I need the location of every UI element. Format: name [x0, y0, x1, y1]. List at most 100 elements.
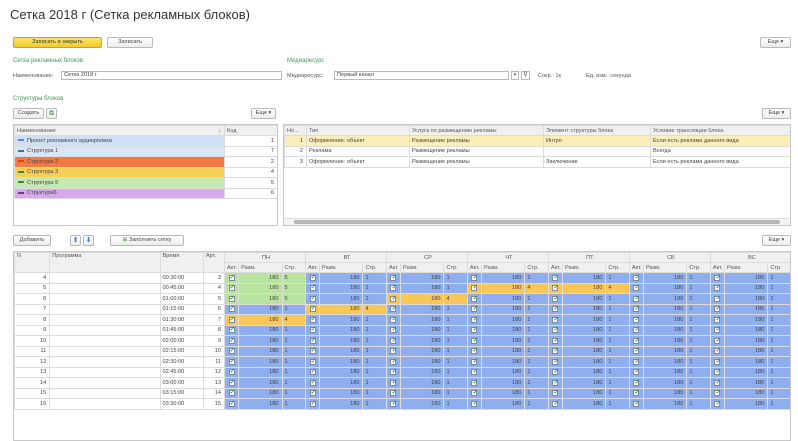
active-checkbox-cell[interactable] — [628, 335, 644, 347]
structure-cell[interactable]: 1 — [443, 356, 468, 368]
checkbox[interactable] — [471, 326, 478, 333]
time-cell[interactable]: 02:15:00 — [159, 345, 204, 357]
program-cell[interactable] — [49, 366, 161, 378]
active-checkbox-cell[interactable] — [628, 377, 644, 389]
resource-dropdown[interactable]: ▾ — [511, 71, 519, 80]
checkbox[interactable] — [552, 368, 559, 375]
checkbox[interactable] — [471, 336, 478, 344]
placement-cell[interactable]: 180 — [723, 324, 769, 336]
day-header[interactable]: ЧТ — [466, 252, 549, 263]
checkbox[interactable] — [390, 294, 397, 302]
active-checkbox-cell[interactable] — [304, 356, 321, 368]
structure-cell[interactable]: 1 — [362, 345, 387, 357]
checkbox[interactable] — [552, 305, 559, 312]
elements-col-header[interactable]: Условие трансляции блока — [650, 125, 790, 136]
placement-cell[interactable]: 180 — [723, 398, 769, 410]
structure-cell[interactable]: 1 — [767, 377, 790, 389]
schedule-row[interactable]: 1002:00:0091801180118011801180118011801 — [14, 335, 790, 347]
placement-cell[interactable]: 180 — [561, 387, 607, 399]
checkbox[interactable] — [714, 315, 721, 323]
active-checkbox-cell[interactable] — [466, 282, 482, 294]
placement-cell[interactable]: 180 — [238, 398, 283, 410]
checkbox[interactable] — [633, 357, 640, 365]
structure-cell[interactable]: 5 — [281, 293, 306, 305]
placement-cell[interactable]: 180 — [238, 303, 283, 315]
checkbox[interactable] — [309, 315, 316, 323]
program-cell[interactable] — [49, 303, 161, 315]
checkbox[interactable] — [633, 399, 640, 407]
checkbox[interactable] — [633, 347, 640, 354]
placement-cell[interactable]: 180 — [319, 324, 364, 336]
structure-cell[interactable]: 1 — [443, 377, 468, 389]
active-checkbox-cell[interactable] — [709, 272, 725, 284]
sub-header[interactable]: Стр. — [767, 262, 790, 273]
active-checkbox-cell[interactable] — [466, 398, 482, 410]
checkbox[interactable] — [714, 389, 721, 396]
active-checkbox-cell[interactable] — [709, 398, 725, 410]
checkbox[interactable] — [552, 315, 559, 323]
checkbox[interactable] — [552, 294, 559, 302]
time-cell[interactable]: 03:30:00 — [159, 398, 204, 410]
active-checkbox-cell[interactable] — [304, 272, 321, 284]
placement-cell[interactable]: 180 — [642, 314, 688, 326]
placement-cell[interactable]: 180 — [400, 282, 445, 294]
placement-cell[interactable]: 180 — [319, 356, 364, 368]
structure-cell[interactable]: 1 — [362, 377, 387, 389]
placement-cell[interactable]: 180 — [561, 366, 607, 378]
checkbox[interactable] — [228, 389, 235, 396]
placement-cell[interactable]: 180 — [400, 345, 445, 357]
active-checkbox-cell[interactable] — [547, 366, 563, 378]
active-checkbox-cell[interactable] — [224, 345, 240, 357]
placement-cell[interactable]: 180 — [642, 324, 688, 336]
structure-cell[interactable]: 1 — [686, 366, 711, 378]
active-checkbox-cell[interactable] — [224, 356, 240, 368]
structure-cell[interactable]: 1 — [605, 303, 630, 315]
col-name-header[interactable]: Наименование ↓ — [14, 125, 225, 136]
checkbox[interactable] — [390, 357, 397, 365]
active-checkbox-cell[interactable] — [385, 387, 402, 399]
resource-open-button[interactable]: ⚲ — [521, 71, 530, 80]
col-n-header[interactable]: N — [14, 252, 51, 273]
schedule-row[interactable]: 1202:30:00111801180118011801180118011801 — [14, 356, 790, 368]
structure-cell[interactable]: 1 — [524, 314, 549, 326]
placement-cell[interactable]: 180 — [400, 387, 445, 399]
schedule-row[interactable]: 1503:15:00141801180118011801180118011801 — [14, 387, 790, 399]
active-checkbox-cell[interactable] — [466, 335, 482, 347]
program-cell[interactable] — [49, 272, 161, 284]
active-checkbox-cell[interactable] — [385, 345, 402, 357]
sub-header[interactable]: Акт. — [224, 262, 240, 273]
active-checkbox-cell[interactable] — [304, 293, 321, 305]
structure-cell[interactable]: 4 — [362, 303, 387, 315]
day-header[interactable]: ПТ — [547, 252, 630, 263]
checkbox[interactable] — [633, 368, 640, 375]
day-header[interactable]: СБ — [628, 252, 711, 263]
placement-cell[interactable]: 180 — [480, 314, 526, 326]
active-checkbox-cell[interactable] — [466, 314, 482, 326]
time-cell[interactable]: 02:45:00 — [159, 366, 204, 378]
placement-cell[interactable]: 180 — [723, 272, 769, 284]
program-cell[interactable] — [49, 314, 161, 326]
art-cell[interactable]: 15 — [202, 398, 226, 410]
program-cell[interactable] — [49, 398, 161, 410]
checkbox[interactable] — [309, 368, 316, 375]
active-checkbox-cell[interactable] — [547, 377, 563, 389]
structure-cell[interactable]: 1 — [767, 366, 790, 378]
placement-cell[interactable]: 180 — [480, 398, 526, 410]
sub-header[interactable]: Стр. — [605, 262, 630, 273]
active-checkbox-cell[interactable] — [547, 356, 563, 368]
active-checkbox-cell[interactable] — [628, 303, 644, 315]
schedule-row[interactable]: 500:45:0041805180118011804180418011801 — [14, 282, 790, 294]
placement-cell[interactable]: 180 — [400, 377, 445, 389]
checkbox[interactable] — [471, 368, 478, 375]
structure-cell[interactable]: 1 — [443, 282, 468, 294]
art-cell[interactable]: 11 — [202, 356, 226, 368]
active-checkbox-cell[interactable] — [385, 324, 402, 336]
placement-cell[interactable]: 180 — [400, 335, 445, 347]
placement-cell[interactable]: 180 — [561, 335, 607, 347]
active-checkbox-cell[interactable] — [224, 282, 240, 294]
active-checkbox-cell[interactable] — [304, 345, 321, 357]
active-checkbox-cell[interactable] — [547, 398, 563, 410]
structure-cell[interactable]: 1 — [686, 377, 711, 389]
structure-cell[interactable]: 1 — [686, 303, 711, 315]
active-checkbox-cell[interactable] — [547, 335, 563, 347]
